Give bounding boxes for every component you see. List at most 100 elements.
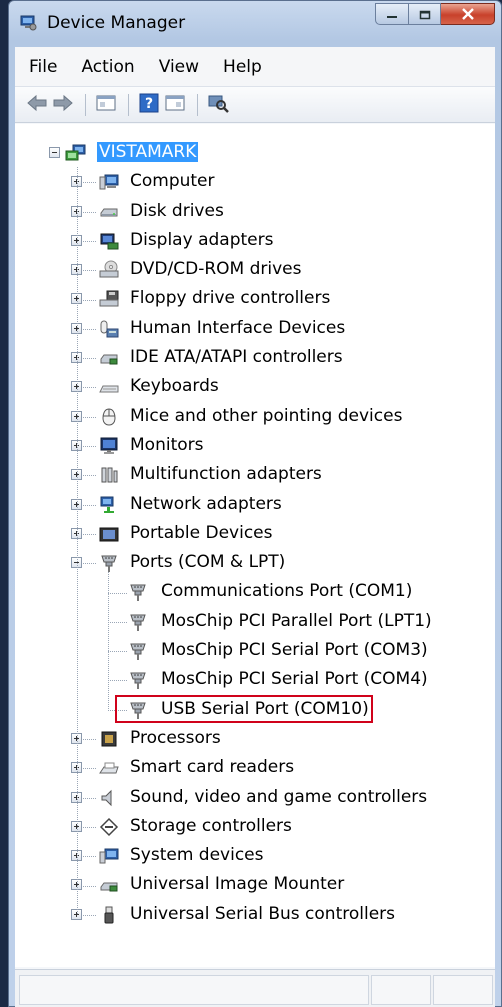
menu-action[interactable]: Action bbox=[81, 57, 134, 77]
portable-device-icon bbox=[99, 524, 119, 544]
tree-item-label: Mice and other pointing devices bbox=[130, 405, 403, 426]
device-tree-panel[interactable]: VISTAMARK Computer Disk drives Display adap… bbox=[15, 124, 495, 967]
tree-item-label: IDE ATA/ATAPI controllers bbox=[130, 347, 343, 368]
tree-root-row[interactable]: VISTAMARK bbox=[15, 138, 495, 167]
processor-icon bbox=[99, 729, 119, 749]
show-hide-tree-button[interactable] bbox=[94, 93, 118, 117]
tree-connector bbox=[83, 563, 97, 565]
root-computer-icon bbox=[64, 143, 86, 163]
tree-connector bbox=[83, 416, 97, 418]
tree-item-label: Monitors bbox=[130, 434, 204, 455]
tree-connector bbox=[83, 240, 97, 242]
tree-child-label: Communications Port (COM1) bbox=[161, 581, 413, 602]
tree-item-label: System devices bbox=[130, 845, 264, 866]
usb-icon bbox=[99, 905, 119, 925]
tree-connector bbox=[83, 768, 97, 770]
tree-connector bbox=[83, 387, 97, 389]
collapse-icon[interactable] bbox=[49, 147, 60, 158]
svg-text:?: ? bbox=[145, 96, 153, 112]
tree-item-label: Disk drives bbox=[130, 200, 224, 221]
tree-child-usb-serial-port[interactable]: USB Serial Port (COM10) bbox=[15, 695, 495, 724]
scan-hardware-icon bbox=[207, 93, 229, 117]
disk-drive-icon bbox=[99, 202, 119, 222]
tree-item-label: Universal Serial Bus controllers bbox=[130, 903, 396, 924]
tree-connector bbox=[108, 592, 128, 594]
display-adapter-icon bbox=[99, 231, 119, 251]
network-adapter-icon bbox=[99, 495, 119, 515]
tree-child-port[interactable]: MosChip PCI Serial Port (COM3) bbox=[15, 636, 495, 665]
tree-connector bbox=[83, 299, 97, 301]
system-device-icon bbox=[99, 846, 119, 866]
minimize-button[interactable] bbox=[375, 3, 409, 25]
tree-connector bbox=[108, 680, 128, 682]
tree-item-label: Network adapters bbox=[130, 493, 282, 514]
title-bar[interactable]: Device Manager bbox=[9, 1, 501, 41]
tree-child-port[interactable]: MosChip PCI Serial Port (COM4) bbox=[15, 665, 495, 694]
status-bar bbox=[15, 969, 495, 1007]
forward-button[interactable] bbox=[51, 93, 75, 117]
highlighted-port-label: USB Serial Port (COM10) bbox=[161, 698, 369, 719]
monitor-icon bbox=[99, 436, 119, 456]
close-icon bbox=[461, 5, 475, 24]
tree-connector bbox=[108, 709, 128, 711]
tree-child-port[interactable]: Communications Port (COM1) bbox=[15, 577, 495, 606]
tree-child-label: MosChip PCI Serial Port (COM3) bbox=[161, 640, 428, 661]
tree-item-label: DVD/CD-ROM drives bbox=[130, 259, 302, 280]
tree-item-label: Storage controllers bbox=[130, 815, 292, 836]
close-button[interactable] bbox=[441, 3, 495, 25]
tree-root-label: VISTAMARK bbox=[97, 142, 199, 162]
back-arrow-icon bbox=[26, 94, 48, 116]
tree-connector bbox=[83, 914, 97, 916]
help-button[interactable]: ? bbox=[137, 93, 161, 117]
tree-connector bbox=[83, 885, 97, 887]
tree-item-label: Computer bbox=[130, 171, 215, 192]
properties-button[interactable] bbox=[163, 93, 187, 117]
forward-arrow-icon bbox=[52, 94, 74, 116]
tree-connector bbox=[108, 651, 128, 653]
tree-connector bbox=[83, 739, 97, 740]
tree-child-port[interactable]: MosChip PCI Parallel Port (LPT1) bbox=[15, 607, 495, 636]
tree-connector bbox=[108, 621, 128, 623]
tree-connector bbox=[83, 533, 97, 535]
client-area: File Action View Help ? VISTAMARK Comput… bbox=[15, 47, 495, 1007]
port-icon bbox=[128, 612, 148, 632]
device-manager-app-icon bbox=[19, 13, 37, 31]
tree-item-label: Universal Image Mounter bbox=[130, 874, 345, 895]
tree-item-label: Floppy drive controllers bbox=[130, 288, 331, 309]
menu-view[interactable]: View bbox=[159, 57, 199, 77]
menu-file[interactable]: File bbox=[29, 57, 57, 77]
tree-item-label: Keyboards bbox=[130, 376, 219, 397]
port-icon bbox=[128, 641, 148, 661]
status-cell bbox=[433, 975, 493, 1005]
tree-item-label: Sound, video and game controllers bbox=[130, 786, 428, 807]
toolbar: ? bbox=[15, 87, 495, 123]
tree-connector bbox=[83, 182, 97, 184]
tree-connector bbox=[83, 358, 97, 360]
tree-connector bbox=[83, 504, 97, 506]
window-controls bbox=[375, 3, 495, 25]
properties-icon bbox=[165, 94, 185, 116]
tree-connector bbox=[83, 475, 97, 477]
maximize-button[interactable] bbox=[409, 3, 441, 25]
scan-hardware-button[interactable] bbox=[206, 93, 230, 117]
port-icon bbox=[128, 670, 148, 690]
toolbar-separator bbox=[128, 93, 129, 116]
back-button[interactable] bbox=[25, 93, 49, 117]
menu-help[interactable]: Help bbox=[223, 57, 262, 77]
tree-connector bbox=[77, 167, 78, 915]
computer-icon bbox=[99, 172, 119, 192]
tree-item-label: Processors bbox=[130, 727, 221, 748]
tree-connector bbox=[108, 572, 109, 710]
status-cell-main bbox=[19, 975, 369, 1005]
tree-item-label: Multifunction adapters bbox=[130, 464, 322, 485]
port-icon bbox=[128, 582, 148, 602]
toolbar-separator bbox=[85, 93, 86, 116]
dvd-drive-icon bbox=[99, 260, 119, 280]
tree-connector bbox=[83, 328, 97, 330]
device-tree: VISTAMARK Computer Disk drives Display adap… bbox=[15, 138, 495, 929]
tree-connector bbox=[83, 446, 97, 447]
multifunction-icon bbox=[99, 465, 119, 485]
tree-child-label: MosChip PCI Parallel Port (LPT1) bbox=[161, 610, 432, 631]
minimize-icon bbox=[386, 5, 398, 24]
tree-child-label: MosChip PCI Serial Port (COM4) bbox=[161, 669, 428, 690]
